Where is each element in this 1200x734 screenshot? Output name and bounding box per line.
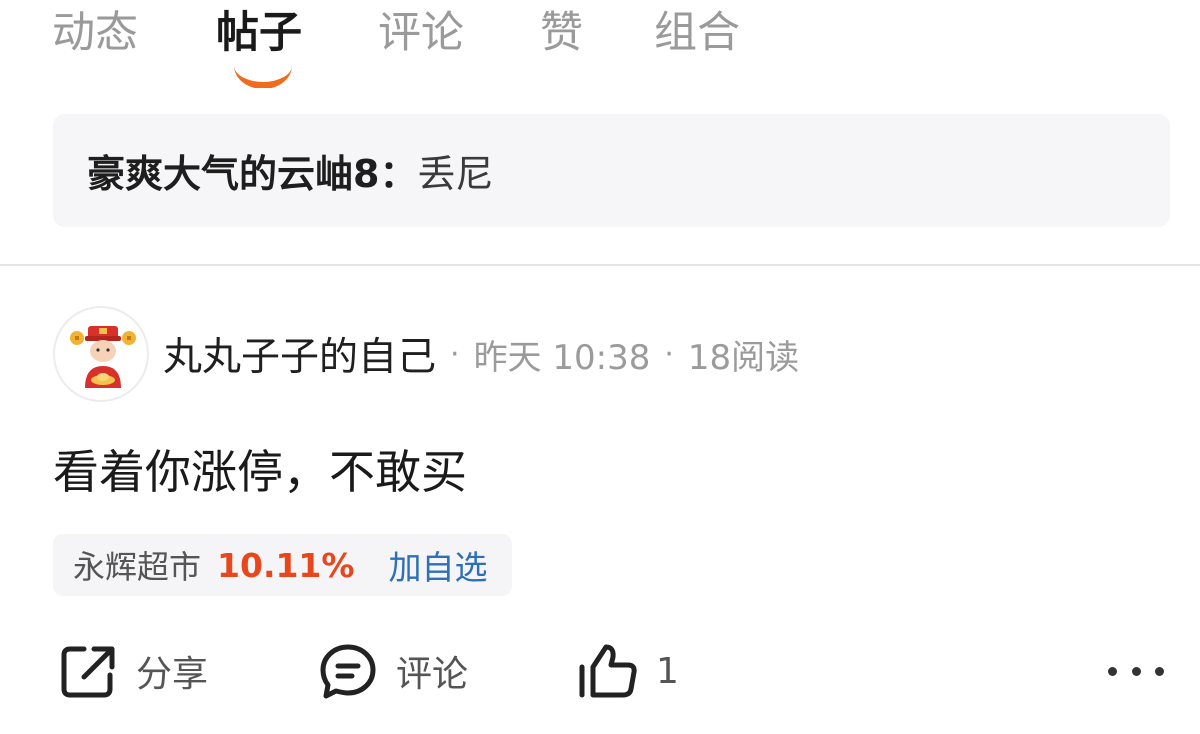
- like-count: 1: [656, 650, 679, 692]
- comment-label: 评论: [396, 654, 469, 695]
- comment-button[interactable]: 评论: [318, 640, 468, 702]
- post-time: 昨天 10:38: [473, 337, 651, 378]
- stock-name[interactable]: 永辉超市: [73, 542, 201, 588]
- author-name[interactable]: 丸丸子子的自己: [163, 326, 436, 382]
- thumbs-up-icon: [578, 641, 638, 701]
- stock-change: 10.11%: [217, 545, 355, 585]
- quoted-separator: ：: [379, 152, 418, 196]
- more-dot: [1131, 666, 1141, 676]
- meta-dot: ·: [664, 336, 674, 372]
- like-button[interactable]: 1: [578, 640, 679, 702]
- tab-dynamics[interactable]: 动态: [52, 6, 138, 60]
- tab-posts[interactable]: 帖子: [216, 6, 302, 60]
- avatar[interactable]: [53, 306, 149, 402]
- profile-tabs: 动态 帖子 评论 赞 组合: [52, 0, 1152, 100]
- post-meta: 丸丸子子的自己 · 昨天 10:38 · 18阅读: [163, 326, 799, 382]
- section-divider: [0, 264, 1200, 266]
- more-dot: [1155, 666, 1164, 676]
- post-text[interactable]: 看着你涨停，不敢买: [53, 436, 467, 502]
- tab-comments[interactable]: 评论: [378, 6, 464, 60]
- read-count: 18阅读: [687, 337, 800, 378]
- stock-chip[interactable]: 永辉超市 10.11% 加自选: [53, 534, 512, 596]
- fortune-god-avatar-icon: [70, 326, 136, 388]
- quoted-text: 丢尼: [417, 152, 494, 196]
- more-icon[interactable]: [1108, 656, 1164, 686]
- share-icon: [58, 641, 118, 701]
- quoted-reply[interactable]: 豪爽大气的云岫8 ： 丢尼: [53, 114, 1170, 227]
- more-dot: [1108, 666, 1117, 676]
- quoted-author[interactable]: 豪爽大气的云岫8: [87, 143, 379, 198]
- comment-icon: [318, 641, 378, 701]
- active-tab-indicator: [234, 66, 292, 88]
- add-to-watchlist-button[interactable]: 加自选: [388, 541, 487, 589]
- share-button[interactable]: 分享: [58, 640, 208, 702]
- tab-likes[interactable]: 赞: [540, 6, 583, 60]
- share-label: 分享: [136, 654, 209, 695]
- meta-dot: ·: [450, 336, 460, 372]
- tab-portfolio[interactable]: 组合: [654, 6, 740, 60]
